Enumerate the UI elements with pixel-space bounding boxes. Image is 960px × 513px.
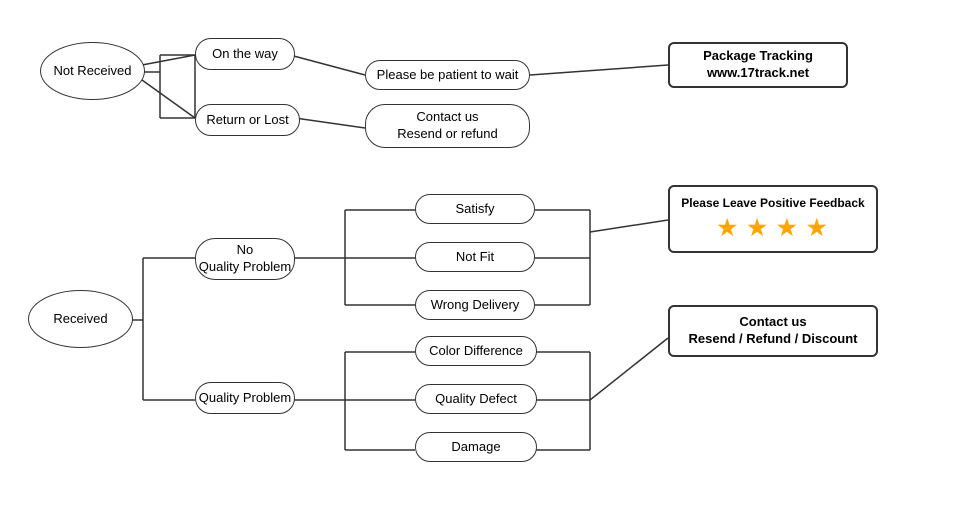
feedback-label: Please Leave Positive Feedback [681,196,864,212]
return-lost-node: Return or Lost [195,104,300,136]
damage-label: Damage [451,439,500,456]
satisfy-label: Satisfy [455,201,494,218]
on-the-way-node: On the way [195,38,295,70]
received-node: Received [28,290,133,348]
feedback-node: Please Leave Positive Feedback ★ ★ ★ ★ [668,185,878,253]
damage-node: Damage [415,432,537,462]
not-fit-node: Not Fit [415,242,535,272]
stars: ★ ★ ★ ★ [717,214,828,243]
not-received-label: Not Received [53,63,131,80]
return-lost-label: Return or Lost [206,112,288,129]
satisfy-node: Satisfy [415,194,535,224]
wrong-delivery-label: Wrong Delivery [431,297,520,314]
diagram: Not Received On the way Please be patien… [0,0,960,513]
not-fit-label: Not Fit [456,249,494,266]
tracking-node: Package Tracking www.17track.net [668,42,848,88]
tracking-label: Package Tracking www.17track.net [703,48,813,82]
patient-node: Please be patient to wait [365,60,530,90]
contact-resend-label: Contact us Resend or refund [397,109,497,143]
quality-defect-node: Quality Defect [415,384,537,414]
no-quality-node: No Quality Problem [195,238,295,280]
quality-problem-node: Quality Problem [195,382,295,414]
color-diff-label: Color Difference [429,343,523,360]
color-diff-node: Color Difference [415,336,537,366]
quality-defect-label: Quality Defect [435,391,517,408]
patient-label: Please be patient to wait [377,67,519,84]
on-the-way-label: On the way [212,46,278,63]
contact-resend-node: Contact us Resend or refund [365,104,530,148]
contact-refund-label: Contact us Resend / Refund / Discount [688,314,857,348]
no-quality-label: No Quality Problem [199,242,291,276]
wrong-delivery-node: Wrong Delivery [415,290,535,320]
not-received-node: Not Received [40,42,145,100]
received-label: Received [53,311,107,328]
contact-refund-node: Contact us Resend / Refund / Discount [668,305,878,357]
quality-problem-label: Quality Problem [199,390,291,407]
